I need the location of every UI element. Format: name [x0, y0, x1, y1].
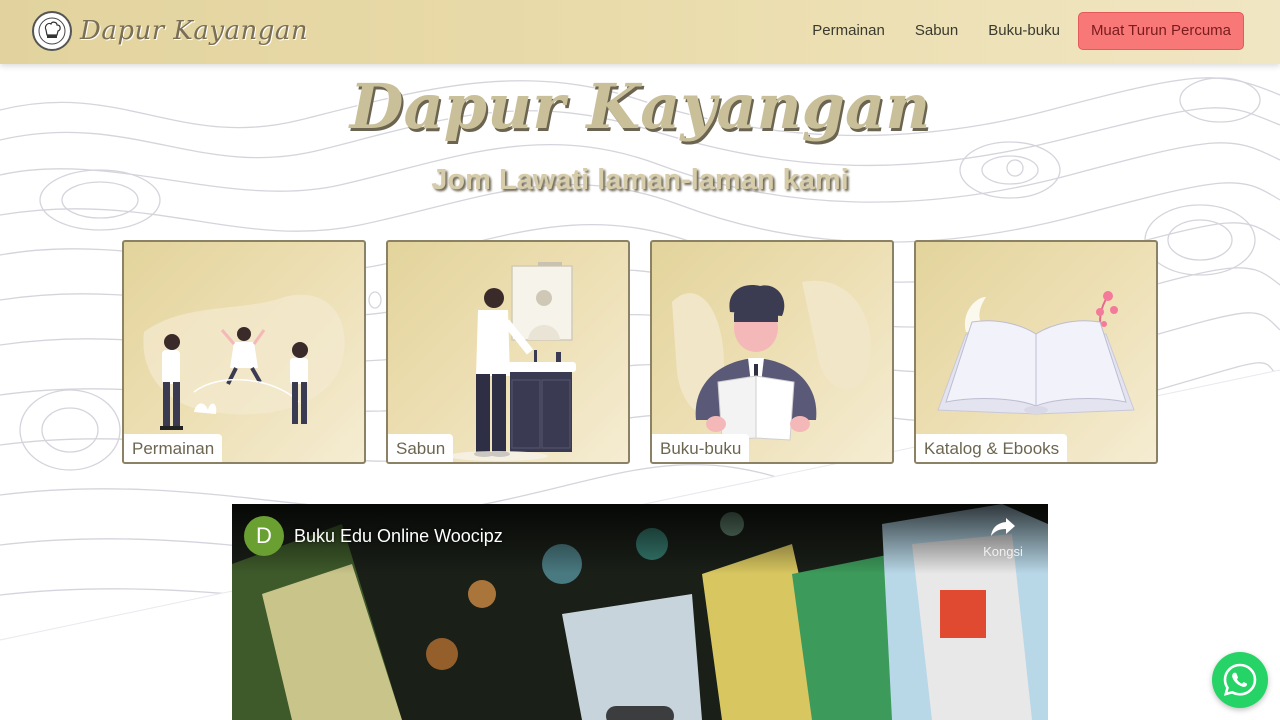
top-navbar: Dapur Kayangan Permainan Sabun Buku-buku… [0, 0, 1280, 64]
whatsapp-chat-button[interactable] [1212, 652, 1268, 708]
video-title[interactable]: Buku Edu Online Woocipz [294, 526, 503, 547]
man-washing-hands-illustration [448, 262, 576, 461]
share-label: Kongsi [983, 544, 1023, 559]
man-reading-book-illustration [672, 280, 871, 441]
free-download-button[interactable]: Muat Turun Percuma [1077, 12, 1244, 50]
nav-link-buku-buku[interactable]: Buku-buku [973, 12, 1075, 50]
embedded-video-player[interactable]: D Buku Edu Online Woocipz Kongsi [232, 504, 1048, 720]
hero-title: Dapur Kayangan [349, 70, 931, 143]
nav-menu: Permainan Sabun Buku-buku Muat Turun Per… [797, 12, 1244, 50]
card-buku-buku[interactable]: Buku-buku [650, 240, 894, 464]
brand-name: Dapur Kayangan [80, 16, 309, 46]
nav-link-permainan[interactable]: Permainan [797, 12, 900, 50]
open-book-illustration [937, 291, 1135, 415]
brand-link[interactable]: Dapur Kayangan [32, 11, 308, 51]
card-label-katalog-ebooks: Katalog & Ebooks [916, 434, 1068, 462]
card-sabun[interactable]: Sabun [386, 240, 630, 464]
nav-link-sabun[interactable]: Sabun [900, 12, 973, 50]
children-playing-illustration [143, 294, 345, 430]
share-icon [991, 518, 1015, 536]
card-permainan[interactable]: Permainan [122, 240, 366, 464]
share-button[interactable]: Kongsi [980, 516, 1026, 559]
card-katalog-ebooks[interactable]: Katalog & Ebooks [914, 240, 1158, 464]
card-label-buku-buku: Buku-buku [652, 434, 750, 462]
channel-avatar[interactable]: D [244, 516, 284, 556]
card-label-sabun: Sabun [388, 434, 454, 462]
card-label-permainan: Permainan [124, 434, 223, 462]
hero-subtitle: Jom Lawati laman-laman kami [431, 164, 849, 196]
whatsapp-icon [1223, 663, 1257, 696]
chef-logo-icon [32, 11, 72, 51]
